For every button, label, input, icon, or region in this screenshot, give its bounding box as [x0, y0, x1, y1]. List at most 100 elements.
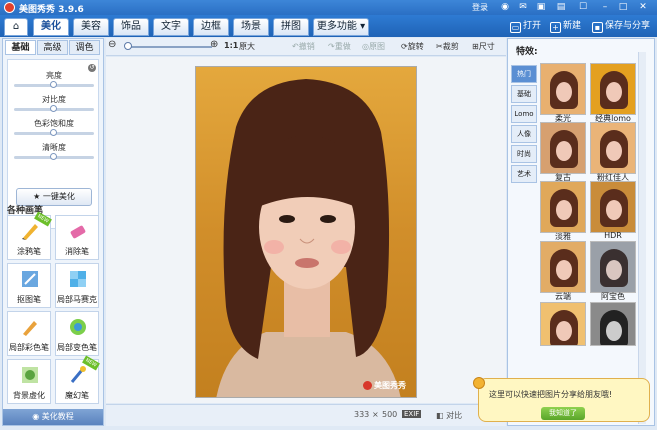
- got-it-button[interactable]: 我知道了: [541, 407, 585, 420]
- effects-scrollbar[interactable]: [638, 52, 646, 424]
- undo-icon: ↶: [292, 42, 299, 51]
- tab-basic[interactable]: 基础: [5, 40, 36, 55]
- minimize-icon[interactable]: –: [600, 2, 610, 12]
- save-icon: ▪: [592, 22, 603, 33]
- mail-icon[interactable]: ✉: [518, 2, 528, 12]
- magic-icon: ★: [33, 192, 43, 201]
- tab-accessories[interactable]: 饰品: [113, 18, 149, 36]
- effect-cloud-label: 云端: [555, 292, 571, 301]
- mosaic-icon: [70, 271, 86, 287]
- save-share-button[interactable]: ▪ 保存与分享: [592, 18, 650, 34]
- crop-button[interactable]: ✂裁剪: [436, 41, 459, 52]
- tutorial-button[interactable]: ◉ 美化教程: [3, 409, 103, 425]
- effect-elegant[interactable]: [540, 181, 586, 233]
- effect-thumbnail[interactable]: [540, 302, 586, 346]
- zoom-in-icon[interactable]: ⊕: [210, 39, 218, 50]
- effect-thumbnail[interactable]: [590, 302, 636, 346]
- home-tab[interactable]: ⌂: [4, 18, 28, 36]
- effect-abao[interactable]: [590, 241, 636, 293]
- tutorial-icon: ◉: [32, 412, 42, 421]
- tab-beautify[interactable]: 美化: [33, 18, 69, 36]
- sharpness-label: 清晰度: [42, 143, 66, 152]
- photo-preview[interactable]: 美图秀秀: [195, 66, 417, 398]
- app-logo-icon: [4, 2, 15, 13]
- compare-icon: ◧: [436, 411, 447, 420]
- effect-classic-lomo[interactable]: [590, 63, 636, 115]
- brightness-knob[interactable]: [50, 81, 57, 88]
- zoom-out-icon[interactable]: ⊖: [108, 39, 116, 50]
- sharpness-knob[interactable]: [50, 153, 57, 160]
- folder-icon: ▭: [510, 22, 521, 33]
- tab-face[interactable]: 美容: [73, 18, 109, 36]
- exif-button[interactable]: EXIF: [402, 410, 422, 418]
- share-tip-bubble: 这里可以快速把图片分享给朋友哦! 我知道了: [473, 377, 650, 422]
- effect-retro[interactable]: [540, 122, 586, 174]
- zoom-slider[interactable]: [126, 46, 212, 48]
- compare-button[interactable]: ◧ 对比: [436, 410, 462, 421]
- saturation-knob[interactable]: [50, 129, 57, 136]
- tab-text[interactable]: 文字: [153, 18, 189, 36]
- watermark: 美图秀秀: [363, 380, 406, 391]
- new-button[interactable]: + 新建: [550, 18, 581, 34]
- actual-size-button[interactable]: 1:1: [224, 41, 238, 50]
- tab-advanced[interactable]: 高级: [37, 40, 68, 55]
- pen-bg-blur[interactable]: 背景虚化: [7, 359, 51, 404]
- dimension-separator: ×: [372, 410, 379, 419]
- saturation-label: 色彩饱和度: [34, 119, 74, 128]
- redo-icon: ↷: [328, 42, 335, 51]
- effect-tab-lomo[interactable]: Lomo: [511, 105, 537, 123]
- pen-magic[interactable]: 魔幻笔 NEW: [55, 355, 100, 404]
- brush-icon: [22, 224, 38, 240]
- tab-frame[interactable]: 边框: [193, 18, 229, 36]
- resize-button[interactable]: ⊞尺寸: [472, 41, 495, 52]
- tab-color[interactable]: 调色: [69, 40, 100, 55]
- tip-mascot-icon: [473, 377, 485, 389]
- login-link[interactable]: 登录: [472, 2, 488, 13]
- original-image-button[interactable]: ◎原图: [362, 41, 385, 52]
- pen-local-recolor[interactable]: 局部变色笔: [55, 311, 99, 356]
- effect-pink-lady[interactable]: [590, 122, 636, 174]
- help-icon[interactable]: ☐: [578, 2, 588, 12]
- pen-eraser[interactable]: 消除笔: [55, 215, 99, 260]
- effect-tab-portrait[interactable]: 人像: [511, 125, 537, 143]
- effect-hdr[interactable]: [590, 181, 636, 233]
- undo-button[interactable]: ↶撤销: [292, 41, 315, 52]
- rotate-button[interactable]: ⟳旋转: [401, 41, 424, 52]
- pen-mosaic[interactable]: 局部马赛克: [55, 263, 99, 308]
- menu-icon[interactable]: ▤: [556, 2, 566, 12]
- title-bar: 美图秀秀 3.9.6 登录 ◉ ✉ ▣ ▤ ☐ – □ ✕: [0, 0, 657, 15]
- close-icon[interactable]: ✕: [638, 2, 648, 12]
- open-button[interactable]: ▭ 打开: [510, 18, 541, 34]
- effect-tab-basic[interactable]: 基础: [511, 85, 537, 103]
- plus-icon: +: [550, 22, 561, 33]
- contrast-knob[interactable]: [50, 105, 57, 112]
- resize-icon: ⊞: [472, 42, 479, 51]
- watermark-logo-icon: [363, 381, 372, 390]
- original-size-button[interactable]: 原大: [239, 41, 255, 52]
- pen-cutout[interactable]: 抠图笔: [7, 263, 51, 308]
- app-title: 美图秀秀 3.9.6: [19, 5, 84, 15]
- skin-icon[interactable]: ▣: [536, 2, 546, 12]
- brightness-label: 亮度: [46, 71, 62, 80]
- pen-doodle[interactable]: 涂鸦笔 NEW: [7, 211, 52, 260]
- effect-tab-hot[interactable]: 热门: [511, 65, 537, 83]
- eraser-icon: [70, 225, 86, 239]
- weibo-icon[interactable]: ◉: [500, 2, 510, 12]
- color-brush-icon: [23, 321, 37, 336]
- maximize-icon[interactable]: □: [618, 2, 628, 12]
- effect-tab-fashion[interactable]: 时尚: [511, 145, 537, 163]
- portrait-image: [216, 79, 401, 397]
- contrast-label: 对比度: [42, 95, 66, 104]
- tab-scene[interactable]: 场景: [233, 18, 269, 36]
- effect-hdr-label: HDR: [604, 231, 622, 240]
- cutout-icon: [22, 271, 38, 287]
- tab-collage[interactable]: 拼图: [273, 18, 309, 36]
- tab-more[interactable]: 更多功能 ▾: [313, 18, 369, 36]
- pen-local-color[interactable]: 局部彩色笔: [7, 311, 51, 356]
- effect-tab-art[interactable]: 艺术: [511, 165, 537, 183]
- effect-soft-light[interactable]: [540, 63, 586, 115]
- redo-button[interactable]: ↷重做: [328, 41, 351, 52]
- effect-cloud[interactable]: [540, 241, 586, 293]
- zoom-knob[interactable]: [124, 42, 132, 50]
- paint-bucket-icon: [70, 319, 86, 335]
